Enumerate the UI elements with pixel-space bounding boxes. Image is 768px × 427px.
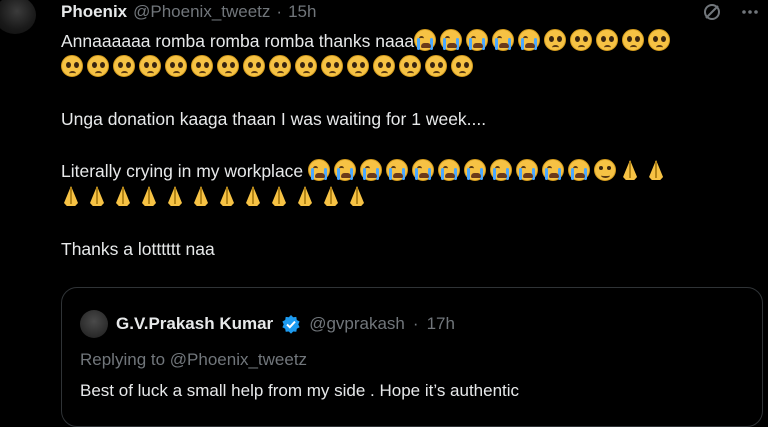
folded-hands-icon <box>269 185 289 207</box>
replying-to[interactable]: Replying to @Phoenix_tweetz <box>80 350 307 370</box>
quoted-post-time[interactable]: 17h <box>427 314 455 334</box>
tweet-actions-top <box>702 2 760 22</box>
tweet-header: Phoenix @Phoenix_tweetz · 15h <box>61 0 316 24</box>
loudly-crying-face-icon <box>438 159 461 181</box>
loudly-crying-face-icon <box>386 159 409 181</box>
holding-back-tears-face-icon <box>594 159 617 181</box>
loudly-crying-face-icon <box>490 159 513 181</box>
loudly-crying-face-icon <box>542 159 565 181</box>
folded-hands-icon <box>295 185 315 207</box>
quoted-avatar[interactable] <box>80 310 108 338</box>
folded-hands-icon <box>87 185 107 207</box>
tweet-line-2 <box>61 54 761 80</box>
pleading-face-icon <box>321 55 343 77</box>
quoted-tweet-header: G.V.Prakash Kumar @gvprakash · 17h <box>80 310 455 338</box>
loudly-crying-face-icon <box>308 159 331 181</box>
loudly-crying-face-icon <box>414 29 437 51</box>
loudly-crying-face-icon <box>464 159 487 181</box>
pleading-face-icon <box>165 55 187 77</box>
pleading-face-icon <box>139 55 161 77</box>
loudly-crying-face-icon <box>568 159 591 181</box>
folded-hands-icon <box>243 185 263 207</box>
pleading-face-icon <box>217 55 239 77</box>
tweet-line-4-text: Literally crying in my workplace <box>61 161 304 181</box>
tweet-line-4: Literally crying in my workplace <box>61 158 761 184</box>
folded-hands-icon <box>139 185 159 207</box>
folded-hands-icon <box>165 185 185 207</box>
loudly-crying-face-icon <box>516 159 539 181</box>
folded-hands-icon <box>646 159 666 181</box>
quoted-tweet[interactable]: G.V.Prakash Kumar @gvprakash · 17h Reply… <box>61 287 763 427</box>
loudly-crying-face-icon <box>440 29 463 51</box>
pleading-face-icon <box>570 29 593 51</box>
verified-badge-icon <box>282 315 300 334</box>
folded-hands-icon <box>217 185 237 207</box>
loudly-crying-face-icon <box>492 29 515 51</box>
quoted-tweet-text: Best of luck a small help from my side .… <box>80 381 520 400</box>
pleading-face-icon <box>648 29 671 51</box>
folded-hands-icon <box>620 159 640 181</box>
pleading-face-icon <box>399 55 421 77</box>
quoted-author-handle[interactable]: @gvprakash <box>309 314 405 334</box>
tweet-line-5 <box>61 184 761 210</box>
loudly-crying-face-icon <box>360 159 383 181</box>
loudly-crying-face-icon <box>466 29 489 51</box>
tweet-line-1: Annaaaaaa romba romba romba thanks naaa <box>61 28 761 54</box>
loudly-crying-face-icon <box>518 29 541 51</box>
post-time[interactable]: 15h <box>288 2 316 22</box>
folded-hands-icon <box>321 185 341 207</box>
quoted-author-name[interactable]: G.V.Prakash Kumar <box>116 314 273 334</box>
pleading-face-icon <box>87 55 109 77</box>
avatar[interactable] <box>0 0 36 34</box>
pleading-face-icon <box>269 55 291 77</box>
pleading-face-icon <box>544 29 567 51</box>
more-icon[interactable] <box>740 2 760 22</box>
pleading-face-icon <box>373 55 395 77</box>
author-name[interactable]: Phoenix <box>61 2 127 22</box>
grok-icon[interactable] <box>702 2 722 22</box>
pleading-face-icon <box>622 29 645 51</box>
quoted-separator-dot: · <box>412 314 419 333</box>
pleading-face-icon <box>425 55 447 77</box>
pleading-face-icon <box>61 55 83 77</box>
pleading-face-icon <box>113 55 135 77</box>
tweet-line-1-text: Annaaaaaa romba romba romba thanks naaa <box>61 31 415 51</box>
pleading-face-icon <box>596 29 619 51</box>
pleading-face-icon <box>347 55 369 77</box>
folded-hands-icon <box>191 185 211 207</box>
folded-hands-icon <box>61 185 81 207</box>
separator-dot: · <box>276 2 283 21</box>
loudly-crying-face-icon <box>334 159 357 181</box>
tweet-line-3: Unga donation kaaga thaan I was waiting … <box>61 109 487 129</box>
pleading-face-icon <box>295 55 317 77</box>
folded-hands-icon <box>347 185 367 207</box>
tweet-text: Annaaaaaa romba romba romba thanks naaa … <box>61 28 761 262</box>
author-handle[interactable]: @Phoenix_tweetz <box>133 2 270 22</box>
folded-hands-icon <box>113 185 133 207</box>
loudly-crying-face-icon <box>412 159 435 181</box>
pleading-face-icon <box>191 55 213 77</box>
tweet-line-6: Thanks a lotttttt naa <box>61 239 215 259</box>
pleading-face-icon <box>451 55 473 77</box>
pleading-face-icon <box>243 55 265 77</box>
